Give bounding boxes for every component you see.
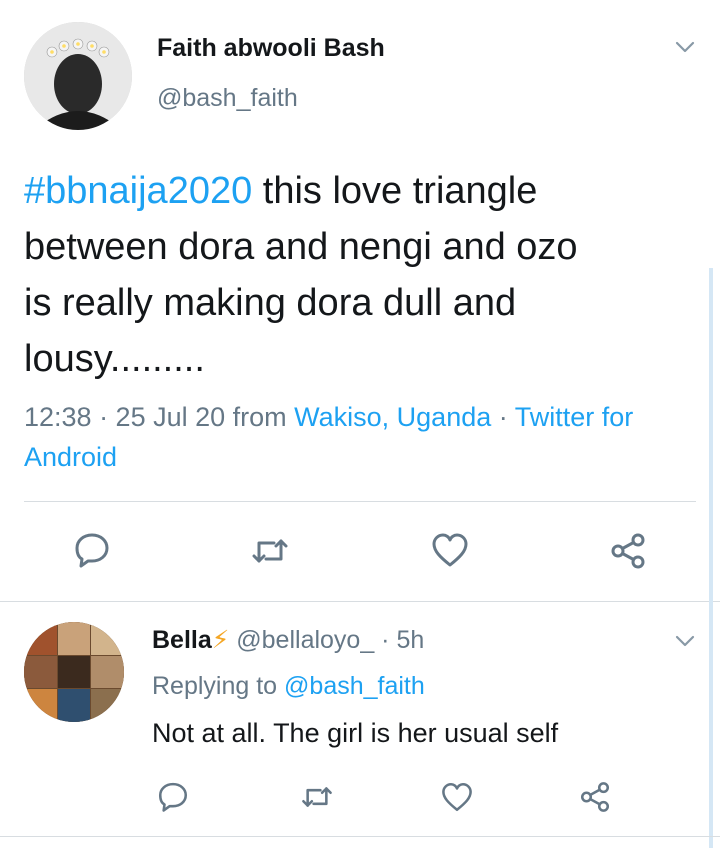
reply-icon[interactable] xyxy=(72,529,112,569)
tweet-text: Not at all. The girl is her usual self xyxy=(152,718,559,748)
share-icon[interactable] xyxy=(578,780,612,814)
location-link[interactable]: Wakiso, Uganda xyxy=(294,402,491,432)
replying-to-label: Replying to xyxy=(152,672,285,700)
avatar[interactable] xyxy=(24,622,124,722)
lightning-emoji: ⚡ xyxy=(211,626,230,654)
display-name[interactable]: Bella xyxy=(152,626,212,654)
reply-header: Bella⚡ @bellaloyo_ · 5h xyxy=(152,625,424,655)
tweet-text-line: this love triangle xyxy=(252,170,538,212)
source-text-line: Twitter for xyxy=(514,402,634,432)
tweet-timestamp: 12:38 · 25 Jul 20 from xyxy=(24,402,295,432)
retweet-icon[interactable] xyxy=(250,531,290,571)
heart-icon[interactable] xyxy=(430,530,470,570)
divider xyxy=(0,601,720,602)
meta-separator: · xyxy=(491,402,515,432)
retweet-icon[interactable] xyxy=(300,780,334,814)
display-name[interactable]: Faith abwooli Bash xyxy=(157,34,385,63)
divider xyxy=(0,836,720,837)
scrollbar[interactable] xyxy=(709,268,713,848)
replying-to: Replying to @bash_faith xyxy=(152,672,425,701)
avatar[interactable] xyxy=(24,22,132,130)
user-handle[interactable]: @bash_faith xyxy=(157,84,298,113)
hashtag-link[interactable]: #bbnaija2020 xyxy=(24,170,252,212)
chevron-down-icon[interactable] xyxy=(674,36,696,58)
tweet-text-line: lousy......... xyxy=(24,338,205,380)
mention-link[interactable]: @bash_faith xyxy=(284,672,425,700)
source-text-line: Android xyxy=(24,442,118,472)
user-handle[interactable]: @bellaloyo_ · 5h xyxy=(229,626,424,654)
share-icon[interactable] xyxy=(608,531,648,571)
tweet-text-line: is really making dora dull and xyxy=(24,282,517,324)
chevron-down-icon[interactable] xyxy=(674,630,696,652)
reply-icon[interactable] xyxy=(156,779,190,813)
tweet-meta: 12:38 · 25 Jul 20 from Wakiso, Uganda · … xyxy=(24,397,704,477)
divider xyxy=(24,501,696,502)
tweet-text: #bbnaija2020 this love triangle between … xyxy=(24,163,704,387)
tweet-text-line: between dora and nengi and ozo xyxy=(24,226,578,268)
heart-icon[interactable] xyxy=(440,780,474,814)
